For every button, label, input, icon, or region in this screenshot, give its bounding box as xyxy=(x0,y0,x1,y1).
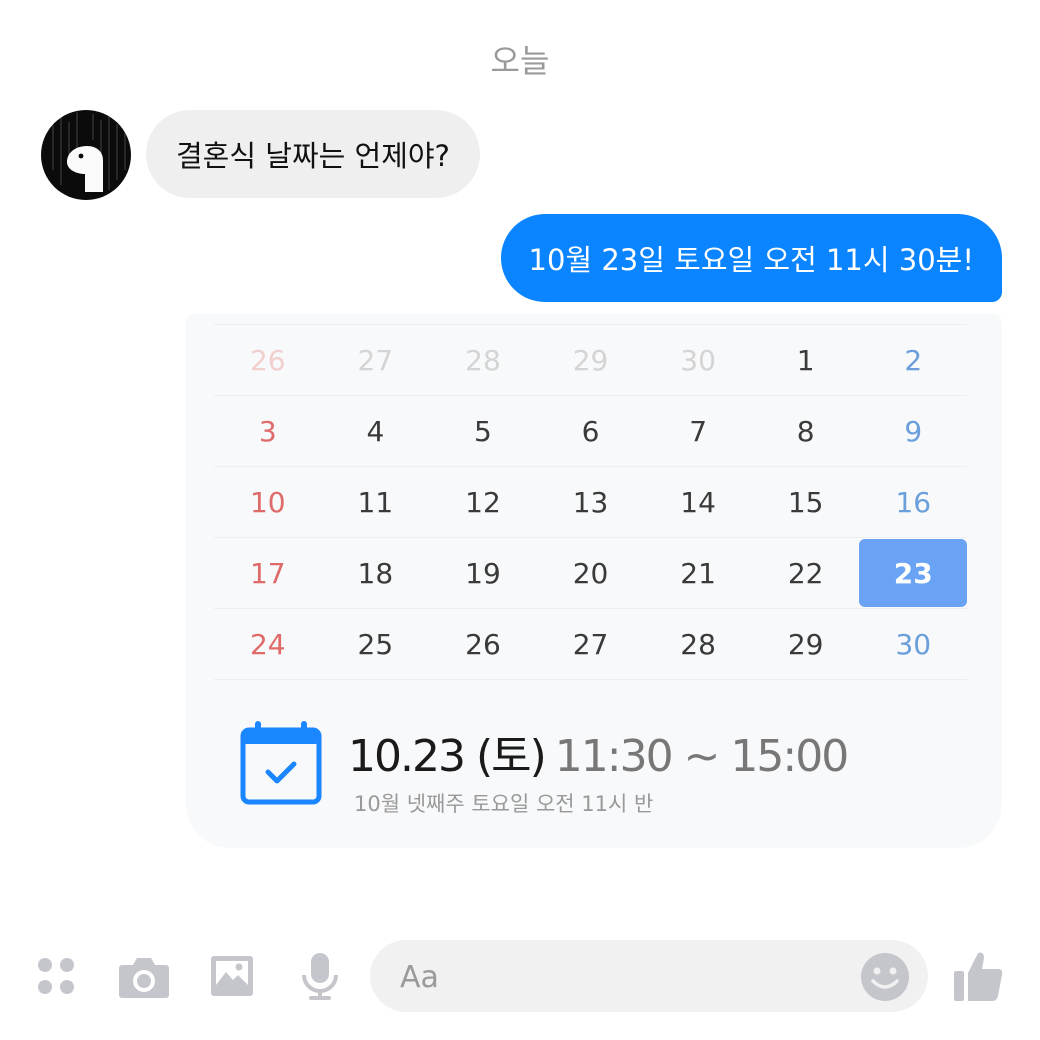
message-input-pill xyxy=(370,940,928,1014)
calendar-day[interactable]: 25 xyxy=(322,610,430,678)
calendar-day[interactable]: 9 xyxy=(859,397,967,465)
calendar-day[interactable]: 10 xyxy=(214,468,322,536)
calendar-day[interactable]: 15 xyxy=(752,468,860,536)
like-button[interactable] xyxy=(950,938,1006,1014)
calendar-day[interactable]: 28 xyxy=(644,610,752,678)
calendar-day[interactable]: 8 xyxy=(752,397,860,465)
calendar-week-row: 26 27 28 29 30 1 2 xyxy=(214,325,967,396)
calendar-day[interactable]: 13 xyxy=(537,468,645,536)
calendar-day[interactable]: 6 xyxy=(537,397,645,465)
calendar-week-row: 24 25 26 27 28 29 30 xyxy=(214,609,967,680)
event-date: 10.23 (토) xyxy=(348,731,547,782)
microphone-icon xyxy=(302,953,338,1000)
calendar-week-row: 3456789 xyxy=(214,396,967,467)
event-subtitle: 10월 넷째주 토요일 오전 11시 반 xyxy=(354,792,654,816)
calendar-day[interactable]: 4 xyxy=(322,397,430,465)
calendar-day[interactable]: 5 xyxy=(429,397,537,465)
day-label: 오늘 xyxy=(490,42,550,80)
camera-icon xyxy=(119,958,169,998)
calendar-day[interactable]: 7 xyxy=(644,397,752,465)
emoji-icon xyxy=(861,953,909,1001)
calendar-day[interactable]: 12 xyxy=(429,468,537,536)
calendar-day[interactable]: 20 xyxy=(537,539,645,607)
message-input[interactable] xyxy=(398,940,852,1014)
calendar-day[interactable]: 27 xyxy=(322,326,430,394)
calendar-day[interactable]: 17 xyxy=(214,539,322,607)
event-datetime: 10.23 (토) 11:30 ~ 15:00 xyxy=(348,720,849,784)
calendar-day[interactable]: 30 xyxy=(859,610,967,678)
image-button[interactable] xyxy=(206,938,258,1014)
message-composer xyxy=(0,938,1040,1018)
dinosaur-avatar-icon xyxy=(52,112,126,192)
calendar-day-selected[interactable]: 23 xyxy=(859,539,968,607)
apps-button[interactable] xyxy=(30,938,82,1014)
calendar-day[interactable]: 18 xyxy=(322,539,430,607)
calendar-grid: 26 27 28 29 30 1 2 3 4 5 6 7 8 9 10 11 12 13 14 15 16 17 18 19 2… xyxy=(214,324,968,680)
outgoing-message-text: 10월 23일 토요일 오전 11시 30분! xyxy=(528,243,974,277)
calendar-day[interactable]: 29 xyxy=(537,326,645,394)
emoji-button[interactable] xyxy=(860,952,910,1002)
microphone-button[interactable] xyxy=(296,938,344,1014)
calendar-day[interactable]: 21 xyxy=(644,539,752,607)
calendar-day[interactable]: 3 xyxy=(214,397,322,465)
calendar-day[interactable]: 27 xyxy=(537,610,645,678)
thumbs-up-icon xyxy=(954,952,1003,1001)
calendar-day[interactable]: 14 xyxy=(644,468,752,536)
outgoing-message-bubble[interactable]: 10월 23일 토요일 오전 11시 30분! xyxy=(500,214,1002,302)
calendar-day[interactable]: 24 xyxy=(214,610,322,678)
calendar-check-icon xyxy=(240,721,322,805)
calendar-day[interactable]: 1 xyxy=(752,326,860,394)
calendar-day[interactable]: 26 xyxy=(214,326,322,394)
calendar-day[interactable]: 22 xyxy=(752,539,860,607)
calendar-card[interactable]: 26 27 28 29 30 1 2 3 4 5 6 7 8 9 10 11 12 13 14 15 16 17 18 19 2… xyxy=(186,314,1002,848)
calendar-week-row: 10 11 12 13 14 15 16 xyxy=(214,467,967,538)
avatar[interactable] xyxy=(41,110,131,200)
calendar-week-row: 17 18 19 20 21 22 23 xyxy=(214,538,968,609)
camera-button[interactable] xyxy=(116,938,172,1014)
apps-icon xyxy=(38,958,74,994)
incoming-message-text: 결혼식 날짜는 언제야? xyxy=(176,139,450,173)
calendar-day[interactable]: 28 xyxy=(429,326,537,394)
image-icon xyxy=(211,956,253,996)
event-time: 11:30 ~ 15:00 xyxy=(554,731,849,782)
calendar-day[interactable]: 16 xyxy=(859,468,967,536)
calendar-day[interactable]: 26 xyxy=(429,610,537,678)
calendar-day[interactable]: 30 xyxy=(644,326,752,394)
incoming-message-bubble[interactable]: 결혼식 날짜는 언제야? xyxy=(146,110,480,198)
calendar-day[interactable]: 19 xyxy=(429,539,537,607)
calendar-day[interactable]: 11 xyxy=(322,468,430,536)
calendar-day[interactable]: 29 xyxy=(752,610,860,678)
calendar-day[interactable]: 2 xyxy=(859,326,967,394)
